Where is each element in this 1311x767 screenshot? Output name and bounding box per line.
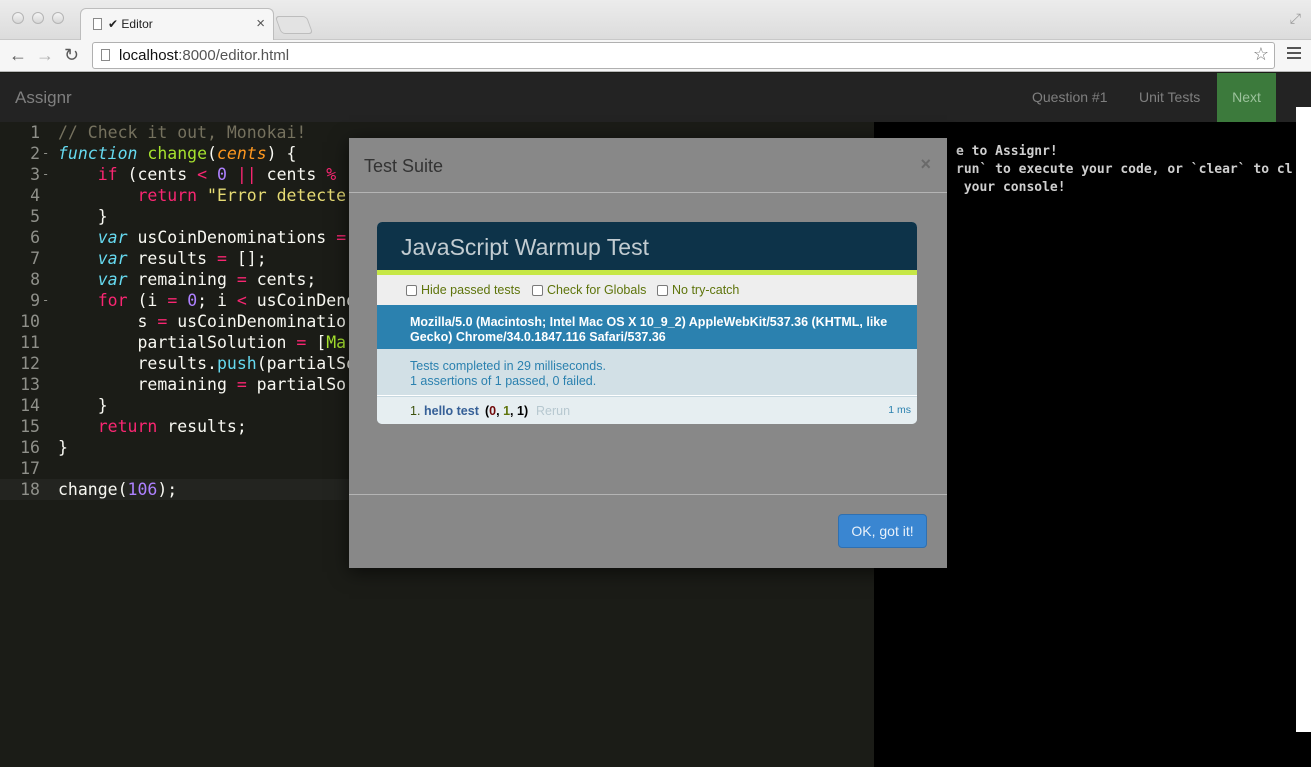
hide-passed-checkbox[interactable]: Hide passed tests <box>406 283 520 297</box>
code-text[interactable]: } <box>58 395 108 416</box>
line-number: 11 <box>20 333 40 352</box>
modal-header: Test Suite × <box>349 138 947 193</box>
test-summary: Tests completed in 29 milliseconds. 1 as… <box>377 349 917 396</box>
url-text[interactable]: localhost:8000/editor.html <box>119 47 289 64</box>
code-text[interactable]: s = usCoinDenominatio <box>58 311 346 332</box>
line-number: 14 <box>20 396 40 415</box>
console-line: run` to execute your code, or `clear` to… <box>956 162 1293 177</box>
forward-icon[interactable]: → <box>36 45 54 66</box>
new-tab-button[interactable] <box>274 16 314 34</box>
code-text[interactable]: for (i = 0; i < usCoinDeno <box>58 290 356 311</box>
nav-question-link[interactable]: Question #1 <box>1032 89 1108 105</box>
test-counts: (0, 1, 1) <box>485 404 529 418</box>
code-text[interactable]: partialSolution = [Ma <box>58 332 346 353</box>
code-text[interactable]: } <box>58 437 68 458</box>
qunit-panel: JavaScript Warmup Test Hide passed tests… <box>377 222 917 424</box>
code-text[interactable]: var remaining = cents; <box>58 269 317 290</box>
console-line: e to Assignr! <box>956 144 1058 159</box>
menu-icon[interactable] <box>1287 47 1301 62</box>
check-globals-checkbox[interactable]: Check for Globals <box>532 283 646 297</box>
line-number: 18 <box>20 480 40 499</box>
line-number: 9 <box>30 291 40 310</box>
browser-tab[interactable]: ✔ Editor × <box>80 8 274 40</box>
nav-unit-tests-link[interactable]: Unit Tests <box>1139 89 1200 105</box>
code-text[interactable]: results.push(partialSo <box>58 353 356 374</box>
page-icon <box>93 18 102 30</box>
tab-close-icon[interactable]: × <box>256 15 265 32</box>
code-text[interactable]: var results = []; <box>58 248 267 269</box>
line-number: 10 <box>20 312 40 331</box>
close-icon[interactable]: × <box>920 154 931 175</box>
code-text[interactable]: return "Error detecte <box>58 185 346 206</box>
code-text[interactable]: if (cents < 0 || cents % <box>58 164 336 185</box>
line-number: 4 <box>30 186 40 205</box>
next-button[interactable]: Next <box>1217 73 1276 122</box>
modal-footer: OK, got it! <box>349 494 947 568</box>
fullscreen-icon[interactable]: ⤢ <box>1290 10 1301 27</box>
test-duration: 1 ms <box>888 404 911 416</box>
summary-counts: 1 assertions of 1 passed, 0 failed. <box>410 374 597 388</box>
checkbox-icon[interactable] <box>532 284 543 296</box>
user-agent: Mozilla/5.0 (Macintosh; Intel Mac OS X 1… <box>377 305 917 349</box>
brand-logo[interactable]: Assignr <box>15 88 72 108</box>
code-text[interactable]: remaining = partialSo <box>58 374 346 395</box>
fold-icon[interactable]: - <box>42 164 49 185</box>
code-text[interactable]: change(106); <box>58 479 177 500</box>
qunit-toolbar: Hide passed tests Check for Globals No t… <box>377 275 917 305</box>
code-text[interactable]: var usCoinDenominations = <box>58 227 346 248</box>
line-number: 3 <box>30 165 40 184</box>
test-suite-modal: Test Suite × JavaScript Warmup Test Hide… <box>349 138 947 568</box>
test-name[interactable]: hello test <box>424 404 479 418</box>
star-icon[interactable]: ☆ <box>1253 44 1269 65</box>
qunit-header[interactable]: JavaScript Warmup Test <box>377 222 917 270</box>
line-number: 17 <box>20 459 40 478</box>
fold-icon[interactable]: - <box>42 290 49 311</box>
ok-button[interactable]: OK, got it! <box>838 514 927 548</box>
back-icon[interactable]: ← <box>9 45 27 66</box>
line-number: 13 <box>20 375 40 394</box>
app-navbar: Assignr Question #1 Unit Tests Next <box>0 73 1311 122</box>
code-text[interactable]: // Check it out, Monokai! <box>58 122 306 143</box>
reload-icon[interactable]: ↻ <box>64 45 79 66</box>
checkbox-icon[interactable] <box>406 284 417 296</box>
line-number: 12 <box>20 354 40 373</box>
line-number: 16 <box>20 438 40 457</box>
modal-title: Test Suite <box>364 156 444 176</box>
test-row[interactable]: 1. hello test (0, 1, 1) Rerun 1 ms <box>377 397 917 424</box>
line-number: 5 <box>30 207 40 226</box>
browser-tab-strip: ✔ Editor × ⤢ <box>0 0 1311 40</box>
page-icon <box>101 49 110 61</box>
no-try-catch-checkbox[interactable]: No try-catch <box>657 283 739 297</box>
line-number: 1 <box>30 123 40 142</box>
qunit-title[interactable]: JavaScript Warmup Test <box>401 234 649 261</box>
address-bar[interactable]: localhost:8000/editor.html ☆ <box>92 42 1275 69</box>
summary-time: Tests completed in 29 milliseconds. <box>410 359 606 373</box>
tab-title: ✔ Editor <box>108 17 153 31</box>
rerun-link[interactable]: Rerun <box>536 404 570 418</box>
console-output: e to Assignr! run` to execute your code, … <box>956 143 1293 197</box>
minimize-window-button[interactable] <box>32 12 44 24</box>
line-number: 15 <box>20 417 40 436</box>
zoom-window-button[interactable] <box>52 12 64 24</box>
code-text[interactable]: function change(cents) { <box>58 143 296 164</box>
line-number: 8 <box>30 270 40 289</box>
code-text[interactable]: } <box>58 206 108 227</box>
fold-icon[interactable]: - <box>42 143 49 164</box>
line-number: 2 <box>30 144 40 163</box>
line-number: 6 <box>30 228 40 247</box>
browser-toolbar: ← → ↻ localhost:8000/editor.html ☆ <box>0 40 1311 72</box>
code-text[interactable]: return results; <box>58 416 247 437</box>
close-window-button[interactable] <box>12 12 24 24</box>
console-line: your console! <box>956 180 1066 195</box>
line-number: 7 <box>30 249 40 268</box>
test-number: 1. <box>410 404 421 418</box>
console-scrollbar[interactable] <box>1296 107 1311 732</box>
checkbox-icon[interactable] <box>657 284 668 296</box>
